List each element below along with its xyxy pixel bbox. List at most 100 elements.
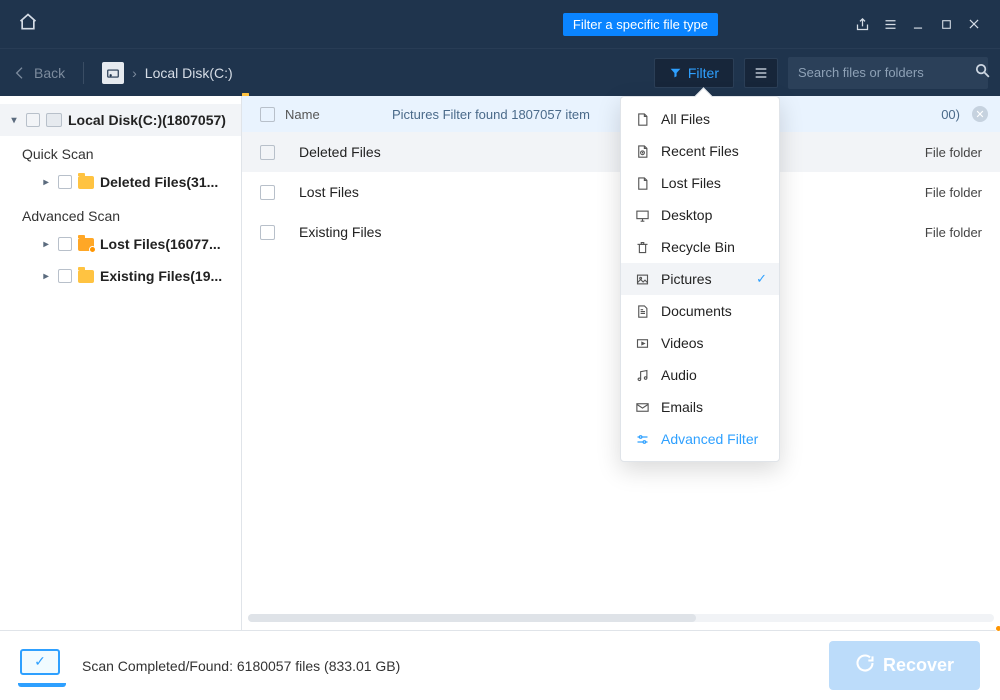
- chevron-right-icon: ›: [132, 65, 137, 81]
- close-icon[interactable]: [960, 17, 988, 31]
- row-type: File folder: [925, 145, 982, 160]
- chevron-right-icon[interactable]: ▸: [40, 239, 52, 250]
- recover-button[interactable]: Recover: [829, 641, 980, 690]
- sidebar: ▾ Local Disk(C:)(1807057) Quick Scan ▸ D…: [0, 96, 242, 630]
- back-button: Back: [12, 65, 65, 81]
- filter-option-label: Lost Files: [661, 175, 721, 191]
- audio-icon: [635, 368, 651, 383]
- checkbox[interactable]: [260, 107, 275, 122]
- advanced-filter-label: Advanced Filter: [661, 431, 758, 447]
- file-icon: [635, 112, 651, 127]
- filter-button[interactable]: Filter: [654, 58, 734, 88]
- disk-icon: [102, 62, 124, 84]
- filter-option[interactable]: Recent Files: [621, 135, 779, 167]
- tree-heading-advanced: Advanced Scan: [0, 198, 241, 228]
- tree-item-label: Deleted Files(31...: [100, 174, 218, 190]
- close-icon[interactable]: ✕: [972, 106, 988, 122]
- filter-option[interactable]: Lost Files: [621, 167, 779, 199]
- menu-icon[interactable]: [876, 17, 904, 32]
- checkbox[interactable]: [58, 269, 72, 283]
- tree-item-deleted[interactable]: ▸ Deleted Files(31...: [0, 166, 241, 198]
- filter-option-label: Recent Files: [661, 143, 739, 159]
- advanced-filter[interactable]: Advanced Filter: [621, 423, 779, 455]
- scrollbar-horizontal[interactable]: [248, 614, 994, 626]
- tree-root[interactable]: ▾ Local Disk(C:)(1807057): [0, 104, 241, 136]
- chevron-down-icon[interactable]: ▾: [8, 115, 20, 126]
- breadcrumb-label: Local Disk(C:): [145, 65, 233, 81]
- statusbar: ✓ Scan Completed/Found: 6180057 files (8…: [0, 630, 1000, 700]
- checkbox[interactable]: [26, 113, 40, 127]
- column-name: Name: [285, 107, 320, 122]
- tree-item-existing[interactable]: ▸ Existing Files(19...: [0, 260, 241, 292]
- minimize-icon[interactable]: [904, 17, 932, 31]
- trash-icon: [635, 240, 651, 255]
- home-icon[interactable]: [18, 12, 38, 37]
- chevron-right-icon[interactable]: ▸: [40, 271, 52, 282]
- filter-option[interactable]: All Files: [621, 103, 779, 135]
- checkbox[interactable]: [260, 225, 275, 240]
- row-name: Existing Files: [299, 224, 925, 240]
- folder-icon: [78, 176, 94, 189]
- filter-option-label: Desktop: [661, 207, 712, 223]
- filter-option-label: Emails: [661, 399, 703, 415]
- checkbox[interactable]: [58, 175, 72, 189]
- checkbox[interactable]: [260, 145, 275, 160]
- clock-icon: [635, 144, 651, 159]
- filter-option[interactable]: Pictures ✓: [621, 263, 779, 295]
- filter-option-label: All Files: [661, 111, 710, 127]
- titlebar: Filter a specific file type: [0, 0, 1000, 48]
- filter-option[interactable]: Emails: [621, 391, 779, 423]
- status-text: Scan Completed/Found: 6180057 files (833…: [82, 658, 400, 674]
- checkbox[interactable]: [58, 237, 72, 251]
- maximize-icon[interactable]: [932, 18, 960, 31]
- filter-option-label: Videos: [661, 335, 704, 351]
- search-icon[interactable]: [974, 62, 991, 84]
- row-name: Lost Files: [299, 184, 925, 200]
- row-type: File folder: [925, 225, 982, 240]
- row-name: Deleted Files: [299, 144, 925, 160]
- tooltip-pill: Filter a specific file type: [563, 13, 718, 36]
- share-icon[interactable]: [848, 17, 876, 32]
- search-box[interactable]: [788, 57, 988, 89]
- filter-option[interactable]: Desktop: [621, 199, 779, 231]
- search-input[interactable]: [798, 65, 974, 80]
- filter-option[interactable]: Documents: [621, 295, 779, 327]
- notice-text: Pictures Filter found 1807057 item: [392, 107, 590, 122]
- tree-root-label: Local Disk(C:)(1807057): [68, 112, 226, 128]
- filter-option[interactable]: Videos: [621, 327, 779, 359]
- file-icon: [635, 176, 651, 191]
- filter-option[interactable]: Audio: [621, 359, 779, 391]
- filter-option-label: Audio: [661, 367, 697, 383]
- recover-label: Recover: [883, 655, 954, 676]
- mail-icon: [635, 400, 651, 415]
- folder-icon: [78, 238, 94, 251]
- scan-complete-icon: ✓: [20, 649, 64, 683]
- filter-label: Filter: [688, 65, 719, 81]
- view-list-button[interactable]: [744, 58, 778, 88]
- tree-heading-quick: Quick Scan: [0, 136, 241, 166]
- filter-option-label: Documents: [661, 303, 732, 319]
- sliders-icon: [635, 432, 651, 447]
- separator: [83, 62, 84, 84]
- video-icon: [635, 336, 651, 351]
- tree-item-label: Lost Files(16077...: [100, 236, 221, 252]
- doc-icon: [635, 304, 651, 319]
- chevron-right-icon[interactable]: ▸: [40, 177, 52, 188]
- tree-item-lost[interactable]: ▸ Lost Files(16077...: [0, 228, 241, 260]
- filter-option[interactable]: Recycle Bin: [621, 231, 779, 263]
- filter-option-label: Pictures: [661, 271, 712, 287]
- desktop-icon: [635, 208, 651, 223]
- image-icon: [635, 272, 651, 287]
- breadcrumb[interactable]: › Local Disk(C:): [102, 62, 233, 84]
- back-label: Back: [34, 65, 65, 81]
- check-icon: ✓: [756, 271, 767, 287]
- checkbox[interactable]: [260, 185, 275, 200]
- toolbar: Back › Local Disk(C:) Filter: [0, 48, 1000, 96]
- row-type: File folder: [925, 185, 982, 200]
- notice-trail: 00): [941, 107, 960, 122]
- recover-icon: [855, 653, 875, 678]
- filter-dropdown: All Files Recent Files Lost Files Desktop Re…: [620, 96, 780, 462]
- main-panel: Name Pictures Filter found 1807057 item …: [242, 96, 1000, 630]
- filter-option-label: Recycle Bin: [661, 239, 735, 255]
- folder-icon: [78, 270, 94, 283]
